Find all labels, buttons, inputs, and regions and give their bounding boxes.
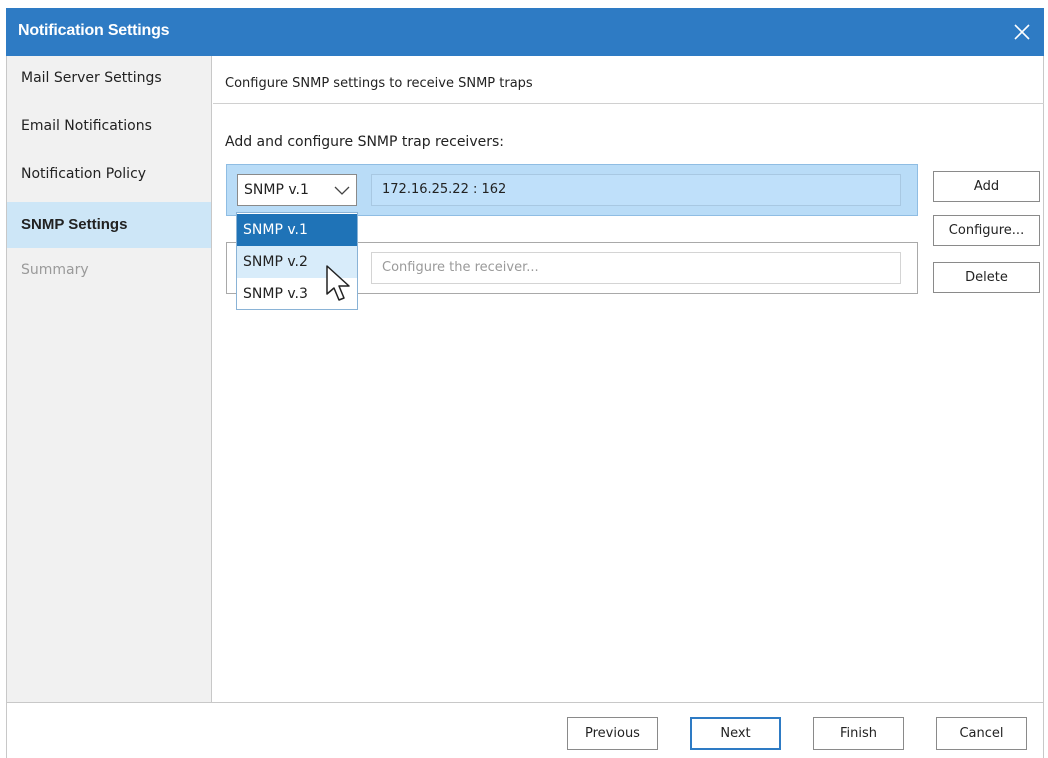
finish-button[interactable]: Finish — [813, 717, 904, 750]
heading-divider — [213, 103, 1044, 104]
snmp-version-select[interactable]: SNMP v.1 — [237, 174, 357, 206]
previous-button[interactable]: Previous — [567, 717, 658, 750]
sidebar-item-snmp-settings[interactable]: SNMP Settings — [7, 202, 211, 248]
sidebar-item-mail-server-settings[interactable]: Mail Server Settings — [7, 58, 211, 98]
page-heading: Configure SNMP settings to receive SNMP … — [225, 76, 533, 91]
configure-button[interactable]: Configure... — [933, 215, 1040, 246]
next-button[interactable]: Next — [690, 717, 781, 750]
sidebar-item-email-notifications[interactable]: Email Notifications — [7, 106, 211, 146]
snmp-version-value: SNMP v.1 — [244, 182, 309, 198]
receiver-row[interactable]: SNMP v.1 172.16.25.22 : 162 — [226, 164, 918, 216]
receivers-label: Add and configure SNMP trap receivers: — [225, 134, 504, 150]
wizard-footer: Previous Next Finish Cancel — [7, 702, 1043, 758]
delete-button[interactable]: Delete — [933, 262, 1040, 293]
receiver-address-field[interactable]: Configure the receiver... — [371, 252, 901, 284]
mouse-cursor-icon — [326, 265, 350, 301]
close-icon[interactable] — [1010, 20, 1034, 44]
sidebar-item-notification-policy[interactable]: Notification Policy — [7, 154, 211, 194]
add-button[interactable]: Add — [933, 171, 1040, 202]
sidebar-item-summary: Summary — [21, 262, 89, 278]
dialog-body: Mail Server Settings Email Notifications… — [6, 56, 1044, 758]
dropdown-option-snmp-v1[interactable]: SNMP v.1 — [237, 214, 357, 246]
title-bar: Notification Settings — [6, 8, 1044, 56]
receiver-address-field[interactable]: 172.16.25.22 : 162 — [371, 174, 901, 206]
chevron-down-icon — [334, 186, 350, 195]
cancel-button[interactable]: Cancel — [936, 717, 1027, 750]
main-panel: Configure SNMP settings to receive SNMP … — [213, 56, 1044, 702]
window-title: Notification Settings — [18, 22, 170, 39]
wizard-steps-sidebar: Mail Server Settings Email Notifications… — [7, 56, 212, 702]
